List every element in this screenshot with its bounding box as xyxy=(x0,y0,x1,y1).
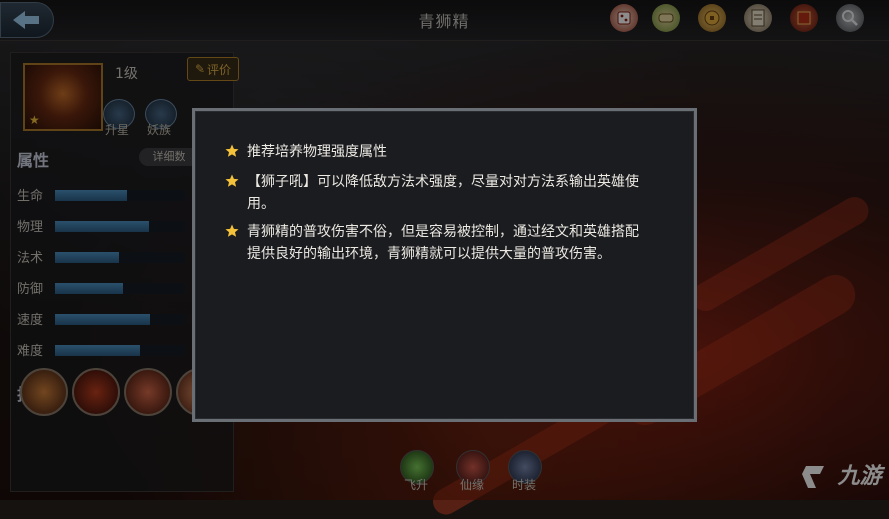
star-icon xyxy=(225,224,239,237)
tip-text: 青狮精的普攻伤害不俗，但是容易被控制，通过经文和英雄搭配提供良好的输出环境，青狮… xyxy=(247,224,639,262)
tip-item: 【狮子吼】可以降低敌方法术强度，尽量对对方法系输出英雄使用。 xyxy=(225,171,645,215)
star-icon xyxy=(225,174,239,187)
tip-text: 推荐培养物理强度属性 xyxy=(247,144,387,160)
tips-dialog: 推荐培养物理强度属性 【狮子吼】可以降低敌方法术强度，尽量对对方法系输出英雄使用… xyxy=(192,108,697,422)
tip-text: 【狮子吼】可以降低敌方法术强度，尽量对对方法系输出英雄使用。 xyxy=(247,174,639,212)
star-icon xyxy=(225,144,239,157)
tip-item: 推荐培养物理强度属性 xyxy=(225,141,645,163)
tip-item: 青狮精的普攻伤害不俗，但是容易被控制，通过经文和英雄搭配提供良好的输出环境，青狮… xyxy=(225,221,645,265)
